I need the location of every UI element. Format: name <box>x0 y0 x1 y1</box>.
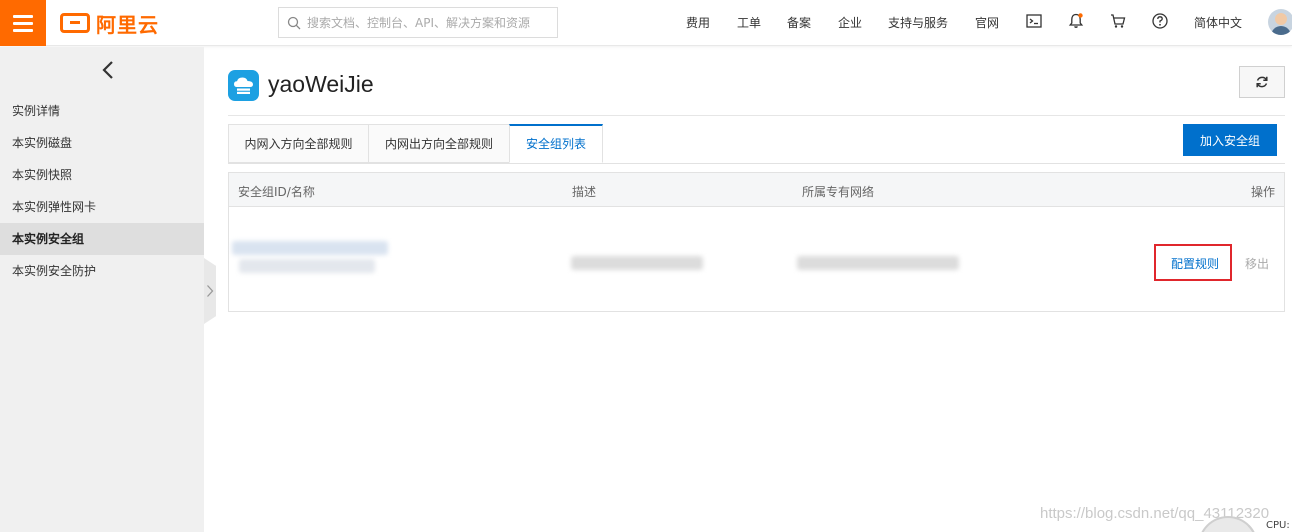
redacted-group-id <box>232 241 388 255</box>
divider <box>228 115 1285 116</box>
search-box[interactable] <box>278 7 558 38</box>
sidebar: 实例详情 本实例磁盘 本实例快照 本实例弹性网卡 本实例安全组 本实例安全防护 <box>0 47 204 532</box>
terminal-icon[interactable] <box>1025 12 1043 30</box>
nav-official-site[interactable]: 官网 <box>975 14 999 31</box>
configure-rules-link[interactable]: 配置规则 <box>1171 255 1219 272</box>
add-security-group-button[interactable]: 加入安全组 <box>1183 124 1277 156</box>
tab-inbound-rules[interactable]: 内网入方向全部规则 <box>228 124 369 163</box>
cart-icon[interactable] <box>1109 12 1127 30</box>
hamburger-menu-icon[interactable] <box>0 0 46 46</box>
tabs-divider <box>228 163 1285 164</box>
column-header-description: 描述 <box>572 185 597 199</box>
nav-enterprise[interactable]: 企业 <box>838 14 862 31</box>
ecs-instance-icon <box>228 70 259 101</box>
column-header-actions: 操作 <box>1251 185 1276 199</box>
cpu-gauge-label: CPU: <box>1266 520 1290 531</box>
refresh-button[interactable] <box>1239 66 1285 98</box>
sidebar-collapse-handle[interactable] <box>204 258 216 324</box>
refresh-icon <box>1256 76 1268 88</box>
user-avatar[interactable] <box>1268 9 1292 35</box>
sidebar-item-security-groups[interactable]: 本实例安全组 <box>0 223 204 255</box>
table-header: 安全组ID/名称 描述 所属专有网络 操作 <box>229 173 1284 207</box>
nav-fees[interactable]: 费用 <box>686 14 710 31</box>
redacted-group-name <box>239 259 375 273</box>
sidebar-item-instance-details[interactable]: 实例详情 <box>0 95 204 127</box>
chevron-left-icon[interactable] <box>98 59 118 81</box>
column-header-vpc: 所属专有网络 <box>802 185 875 199</box>
top-bar: 阿里云 费用 工单 备案 企业 支持与服务 官网 简体中文 <box>0 0 1292 46</box>
help-icon[interactable] <box>1151 12 1169 30</box>
nav-filing[interactable]: 备案 <box>787 14 811 31</box>
security-group-table: 安全组ID/名称 描述 所属专有网络 操作 配置规则 移出 <box>228 172 1285 312</box>
tab-security-group-list[interactable]: 安全组列表 <box>509 124 603 163</box>
sidebar-item-snapshots[interactable]: 本实例快照 <box>0 159 204 191</box>
nav-support[interactable]: 支持与服务 <box>888 14 948 31</box>
redacted-vpc <box>797 256 959 270</box>
page-title: yaoWeiJie <box>268 71 374 97</box>
language-switch[interactable]: 简体中文 <box>1194 14 1242 31</box>
sidebar-item-security-protection[interactable]: 本实例安全防护 <box>0 255 204 287</box>
redacted-description <box>571 256 703 270</box>
logo-text: 阿里云 <box>96 12 159 37</box>
column-header-id-name: 安全组ID/名称 <box>238 185 315 199</box>
tab-outbound-rules[interactable]: 内网出方向全部规则 <box>368 124 510 163</box>
bell-icon[interactable] <box>1067 12 1085 30</box>
nav-tickets[interactable]: 工单 <box>737 14 761 31</box>
chevron-right-icon <box>207 285 214 297</box>
aliyun-logo[interactable]: 阿里云 <box>60 9 159 37</box>
remove-link[interactable]: 移出 <box>1245 255 1269 272</box>
sidebar-item-disks[interactable]: 本实例磁盘 <box>0 127 204 159</box>
sidebar-item-eni[interactable]: 本实例弹性网卡 <box>0 191 204 223</box>
search-input[interactable] <box>307 15 537 30</box>
search-icon <box>287 16 301 29</box>
aliyun-logo-mark-icon <box>60 13 90 33</box>
